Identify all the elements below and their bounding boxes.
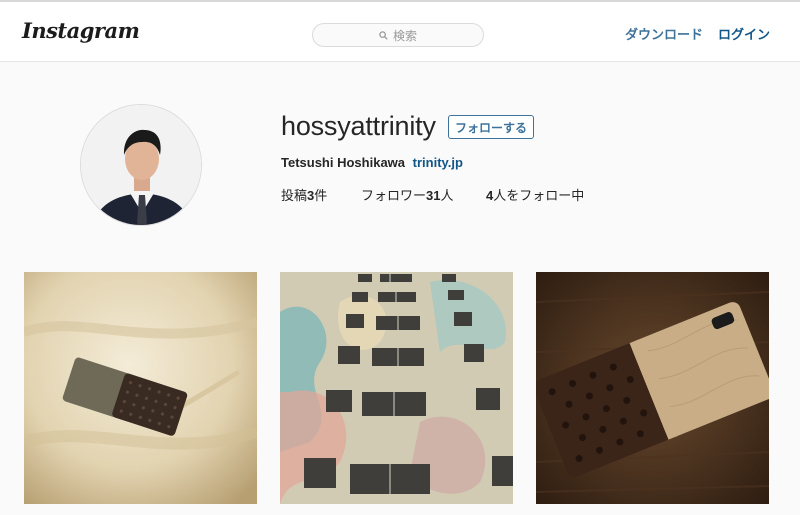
top-navigation-bar: Instagram 検索 ダウンロード ログイン bbox=[0, 0, 800, 62]
instagram-logo[interactable]: Instagram bbox=[22, 18, 140, 43]
download-link[interactable]: ダウンロード bbox=[625, 24, 703, 43]
post-thumbnail-graffiti-building[interactable] bbox=[280, 272, 513, 504]
profile-stats: 投稿3件 フォロワー31人 4人をフォロー中 bbox=[281, 185, 584, 204]
profile-avatar bbox=[80, 104, 202, 226]
search-icon bbox=[379, 30, 388, 40]
profile-website-link[interactable]: trinity.jp bbox=[413, 155, 463, 170]
post-thumbnail-wooden-phone-case[interactable] bbox=[536, 272, 769, 504]
profile-full-name: Tetsushi Hoshikawa bbox=[281, 155, 406, 170]
login-link[interactable]: ログイン bbox=[718, 24, 770, 43]
profile-bio: Tetsushi Hoshikawa trinity.jp bbox=[281, 155, 463, 170]
search-placeholder: 検索 bbox=[392, 28, 417, 43]
following-count-stat[interactable]: 4人をフォロー中 bbox=[486, 185, 584, 204]
follow-button[interactable]: フォローする bbox=[448, 115, 534, 139]
posts-count-stat: 投稿3件 bbox=[281, 188, 328, 203]
followers-count-stat[interactable]: フォロワー31人 bbox=[361, 185, 486, 204]
profile-username: hossyattrinity bbox=[281, 111, 436, 141]
search-input[interactable]: 検索 bbox=[312, 23, 484, 47]
post-thumbnail-phone-case-bedsheet[interactable] bbox=[24, 272, 257, 504]
